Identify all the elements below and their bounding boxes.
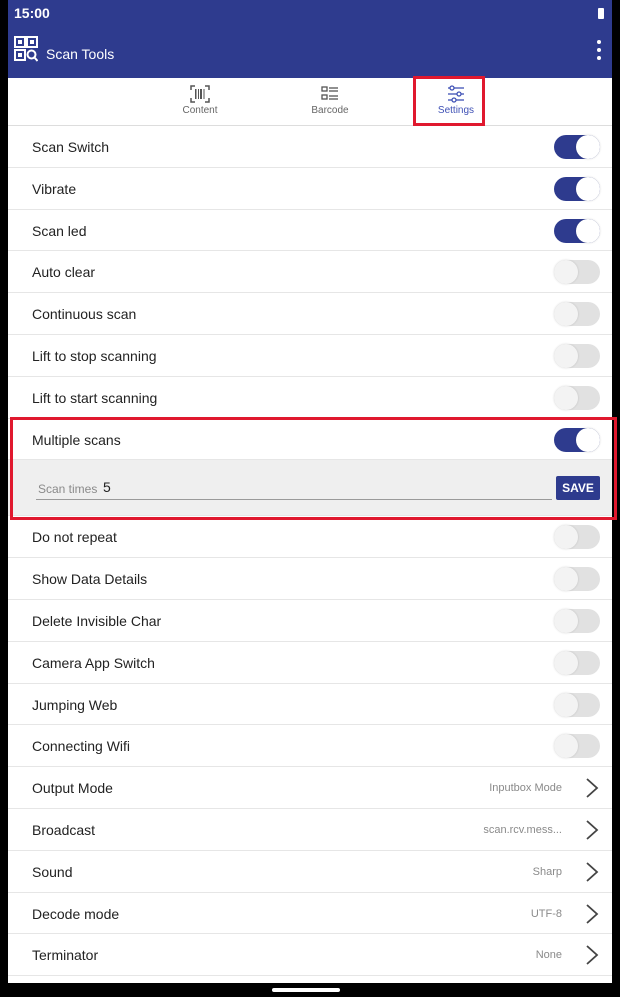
show-data-details-toggle[interactable] [554, 567, 600, 592]
setting-sound[interactable]: Sound Sharp [8, 850, 612, 893]
settings-list: Scan Switch Vibrate Scan led Auto clear … [8, 126, 612, 977]
setting-label: Continuous scan [32, 306, 137, 323]
setting-multiple-scans: Multiple scans [8, 418, 612, 461]
multiple-scans-toggle[interactable] [554, 427, 600, 452]
tab-bar: Content Barcode Settings [8, 78, 612, 126]
setting-label: Scan Switch [32, 139, 110, 155]
battery-icon [598, 8, 604, 19]
setting-label: Show Data Details [32, 571, 148, 588]
setting-label: Sound [32, 863, 73, 880]
setting-label: Multiple scans [32, 431, 121, 448]
do-not-repeat-toggle[interactable] [554, 525, 600, 550]
setting-label: Jumping Web [32, 696, 118, 713]
setting-label: Broadcast [32, 821, 96, 838]
delete-invisible-char-toggle[interactable] [554, 608, 600, 633]
auto-clear-toggle[interactable] [554, 260, 600, 285]
setting-value: None [535, 949, 562, 962]
vibrate-toggle[interactable] [554, 176, 600, 201]
setting-lift-to-stop: Lift to stop scanning [8, 334, 612, 377]
status-bar: 15:00 [8, 0, 612, 28]
setting-terminator[interactable]: Terminator None [8, 934, 612, 977]
app-bar: Scan Tools [8, 28, 612, 78]
list-icon [321, 86, 338, 100]
input-underline [36, 499, 552, 501]
setting-camera-app-switch: Camera App Switch [8, 641, 612, 684]
setting-value: Inputbox Mode [489, 782, 562, 795]
chevron-right-icon [586, 778, 599, 798]
tab-barcode[interactable]: Barcode [290, 78, 370, 126]
scan-switch-toggle[interactable] [554, 135, 600, 159]
navigation-bar [0, 983, 620, 997]
setting-delete-invisible-char: Delete Invisible Char [8, 599, 612, 642]
setting-label: Connecting Wifi [32, 738, 131, 755]
qr-scan-icon [14, 36, 38, 62]
tab-barcode-label: Barcode [311, 105, 349, 116]
settings-tab-highlight [413, 76, 485, 126]
app-title: Scan Tools [46, 46, 115, 62]
setting-label: Lift to stop scanning [32, 347, 157, 364]
tab-content[interactable]: Content [160, 78, 240, 126]
chevron-right-icon [586, 903, 599, 924]
jumping-web-toggle[interactable] [554, 692, 600, 717]
setting-output-mode[interactable]: Output Mode Inputbox Mode [8, 767, 612, 809]
setting-scan-led: Scan led [8, 209, 612, 252]
lift-to-start-toggle[interactable] [554, 385, 600, 410]
tab-content-label: Content [182, 105, 218, 116]
chevron-right-icon [586, 862, 599, 882]
setting-value: UTF-8 [530, 907, 562, 920]
setting-label: Lift to start scanning [32, 389, 158, 406]
setting-decode-mode[interactable]: Decode mode UTF-8 [8, 892, 612, 935]
setting-label: Terminator [32, 947, 99, 964]
setting-show-data-details: Show Data Details [8, 558, 612, 600]
setting-label: Vibrate [32, 180, 77, 197]
continuous-scan-toggle[interactable] [554, 302, 600, 327]
setting-label: Decode mode [32, 905, 120, 922]
more-options-icon[interactable] [596, 40, 602, 64]
setting-connecting-wifi: Connecting Wifi [8, 725, 612, 768]
setting-continuous-scan: Continuous scan [8, 293, 612, 335]
setting-label: Delete Invisible Char [32, 612, 162, 629]
setting-label: Output Mode [32, 780, 113, 797]
setting-auto-clear: Auto clear [8, 251, 612, 294]
home-gesture-handle[interactable] [272, 988, 340, 992]
setting-broadcast[interactable]: Broadcast scan.rcv.mess... [8, 808, 612, 851]
setting-jumping-web: Jumping Web [8, 683, 612, 726]
setting-lift-to-start: Lift to start scanning [8, 376, 612, 419]
setting-value: scan.rcv.mess... [483, 823, 562, 836]
setting-label: Scan led [32, 222, 87, 239]
save-button[interactable]: SAVE [556, 476, 600, 501]
setting-value: Sharp [532, 865, 562, 878]
scan-led-toggle[interactable] [554, 218, 600, 243]
lift-to-stop-toggle[interactable] [554, 343, 600, 368]
setting-vibrate: Vibrate [8, 167, 612, 210]
scan-times-label: Scan times [38, 482, 98, 497]
chevron-right-icon [586, 820, 599, 840]
setting-label: Auto clear [32, 264, 96, 281]
connecting-wifi-toggle[interactable] [554, 734, 600, 759]
scan-times-row: Scan times 5 SAVE [8, 460, 612, 517]
status-time: 15:00 [14, 5, 50, 21]
chevron-right-icon [586, 945, 599, 966]
setting-label: Camera App Switch [32, 654, 155, 671]
barcode-scan-icon [190, 85, 210, 103]
camera-app-switch-toggle[interactable] [554, 650, 600, 675]
setting-do-not-repeat: Do not repeat [8, 516, 612, 559]
scan-times-input[interactable]: 5 [103, 479, 111, 495]
setting-label: Do not repeat [32, 529, 117, 546]
setting-scan-switch: Scan Switch [8, 126, 612, 168]
